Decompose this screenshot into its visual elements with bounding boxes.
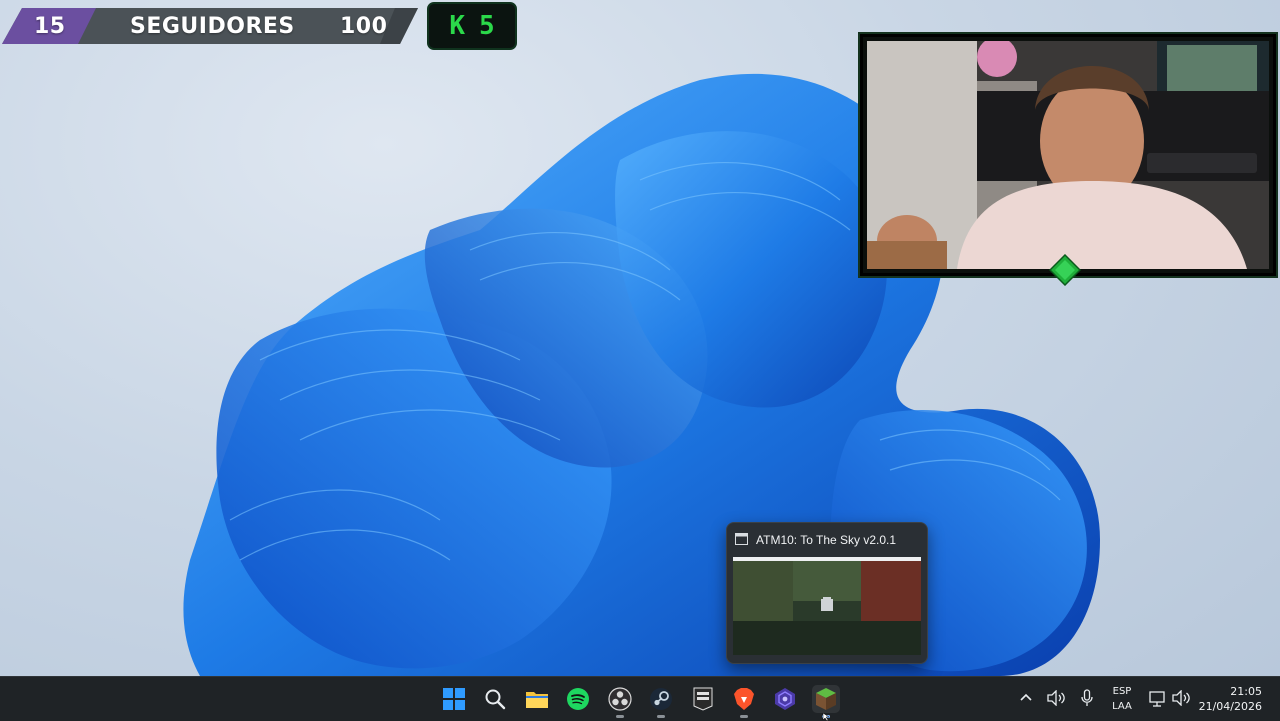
language-indicator[interactable]: ESP LAA	[1110, 684, 1134, 714]
follower-goal: 100	[340, 14, 388, 39]
running-indicator	[616, 715, 624, 718]
chevron-up-icon[interactable]	[1019, 692, 1033, 702]
k-label: K	[449, 11, 465, 41]
follower-count: 15	[34, 14, 66, 39]
webcam-gem-icon	[1049, 254, 1081, 286]
webcam-feed	[867, 41, 1269, 269]
follower-goal-overlay: 15 SEGUIDORES 100	[0, 6, 420, 46]
clock-date: 21/04/2026	[1198, 700, 1262, 713]
minecraft-icon	[816, 688, 836, 710]
obs-button[interactable]	[606, 685, 634, 718]
spotify-icon	[567, 688, 589, 710]
preview-window-title: ATM10: To The Sky v2.0.1	[756, 533, 897, 547]
volume-icon[interactable]	[1046, 690, 1066, 706]
search-button[interactable]	[481, 685, 509, 713]
purple-app-button[interactable]	[771, 685, 799, 713]
clock[interactable]: 21:05 21/04/2026	[1199, 684, 1262, 714]
epic-games-button[interactable]	[689, 685, 717, 713]
windows-logo-icon	[443, 688, 465, 710]
taskbar-window-preview[interactable]: ATM10: To The Sky v2.0.1	[726, 522, 928, 664]
brave-icon	[734, 688, 754, 710]
running-indicator	[657, 715, 665, 718]
k-counter-badge: K 5	[427, 2, 517, 50]
epic-games-icon	[693, 687, 713, 711]
minecraft-scene-thumbnail	[733, 557, 921, 655]
preview-thumbnail[interactable]	[733, 557, 921, 655]
speaker-icon[interactable]	[1171, 690, 1191, 706]
microphone-icon[interactable]	[1080, 689, 1094, 707]
network-icon[interactable]	[1148, 690, 1168, 708]
follower-label: SEGUIDORES	[130, 14, 295, 39]
purple-app-icon	[775, 688, 795, 710]
file-explorer-button[interactable]	[523, 685, 551, 713]
steam-button[interactable]	[647, 685, 675, 718]
spotify-button[interactable]	[564, 685, 592, 713]
steam-icon	[650, 688, 672, 710]
taskbar: ESP LAA 21:05 21/04/2026	[0, 676, 1280, 721]
window-app-icon	[735, 533, 748, 545]
keyboard-layout: LAA	[1112, 701, 1132, 712]
running-indicator	[740, 715, 748, 718]
language-code: ESP	[1112, 686, 1132, 697]
folder-icon	[526, 692, 548, 708]
k-value: 5	[479, 11, 495, 41]
start-button[interactable]	[440, 685, 468, 713]
minecraft-launcher-button[interactable]	[812, 685, 840, 718]
clock-time: 21:05	[1230, 685, 1262, 698]
webcam-overlay	[860, 34, 1276, 276]
obs-icon	[608, 687, 632, 711]
search-icon	[485, 689, 506, 710]
brave-button[interactable]	[730, 685, 758, 718]
